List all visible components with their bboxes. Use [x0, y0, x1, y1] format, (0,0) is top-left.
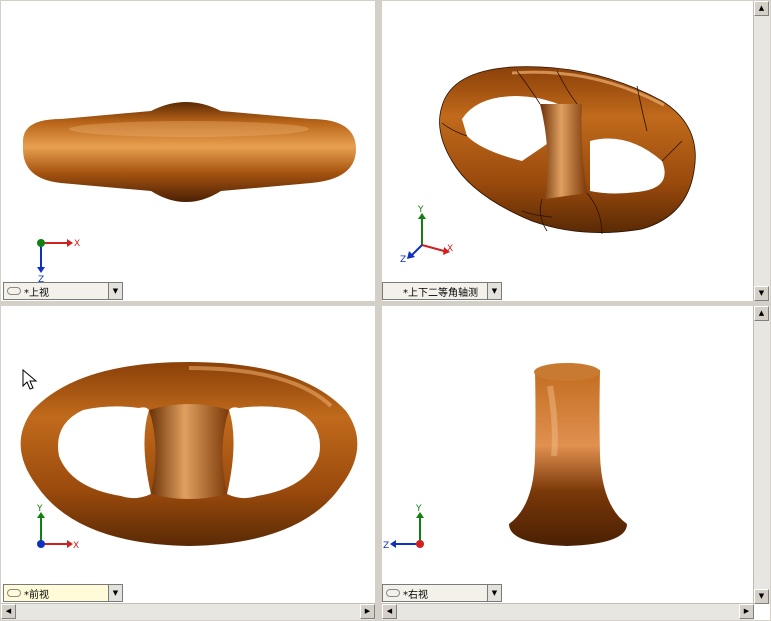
axis-x-label: X: [74, 239, 80, 249]
axis-z-line: [411, 244, 423, 256]
axis-x-label: X: [447, 244, 453, 254]
mouse-cursor-icon: [22, 369, 38, 390]
view-link-icon: [7, 287, 21, 295]
vertical-scrollbar-right[interactable]: ▲ ▼: [753, 1, 770, 301]
axis-x-line: [421, 244, 445, 252]
view-selector-dimetric[interactable]: *上下二等角轴测 ▼: [382, 282, 502, 300]
view-selector-label: *上下二等角轴测: [403, 287, 478, 299]
vertical-scrollbar-bottom-right[interactable]: ▲ ▼: [753, 306, 770, 604]
view-link-icon: [386, 589, 400, 597]
view-selector-label: *右视: [403, 589, 428, 601]
axis-origin: [416, 540, 424, 548]
scroll-down-arrow-icon[interactable]: ▼: [754, 589, 769, 604]
view-selector-front[interactable]: *前视 ▼: [3, 584, 123, 602]
axis-y-label: Y: [415, 504, 422, 514]
view-link-icon: [7, 589, 21, 597]
axis-triad-right: Y Z: [383, 504, 424, 551]
viewport-splitter-vertical[interactable]: [375, 0, 382, 621]
scroll-right-arrow-icon[interactable]: ▶: [739, 604, 754, 619]
axis-y-label: Y: [417, 205, 424, 215]
axis-triad-top: X Z: [37, 239, 80, 285]
view-selector-top[interactable]: *上视 ▼: [3, 282, 123, 300]
scroll-down-arrow-icon[interactable]: ▼: [754, 286, 769, 301]
scroll-up-arrow-icon[interactable]: ▲: [754, 306, 769, 321]
dropdown-arrow-icon[interactable]: ▼: [487, 283, 501, 299]
axis-z-label: Z: [400, 255, 406, 265]
scroll-left-arrow-icon[interactable]: ◀: [1, 604, 16, 619]
axis-x-arrow-icon: [67, 239, 73, 247]
axis-origin: [37, 239, 45, 247]
axis-y-label: Y: [36, 504, 43, 514]
horizontal-scrollbar-bottom-right[interactable]: ◀ ▶: [382, 603, 754, 620]
axis-triad-dimetric: Y X Z: [400, 205, 453, 265]
view-selector-label: *前视: [24, 589, 49, 601]
viewport-dimetric-view[interactable]: Y X Z *上下二等角轴测 ▼ ▲ ▼: [382, 1, 770, 301]
axis-z-arrow-icon: [390, 540, 396, 548]
axis-z-label: Z: [383, 541, 389, 551]
scroll-right-arrow-icon[interactable]: ▶: [360, 604, 375, 619]
view-selector-label: *上视: [24, 287, 49, 299]
dropdown-arrow-icon[interactable]: ▼: [487, 585, 501, 601]
dropdown-arrow-icon[interactable]: ▼: [108, 283, 122, 299]
viewport-front-view[interactable]: Y X *前视 ▼ ◀ ▶: [1, 306, 375, 620]
viewport-splitter-horizontal[interactable]: [0, 301, 771, 306]
scroll-left-arrow-icon[interactable]: ◀: [382, 604, 397, 619]
axis-origin: [37, 540, 45, 548]
viewport-right-view[interactable]: Y Z *右视 ▼ ▲ ▼ ◀ ▶: [382, 306, 770, 620]
axis-x-label: X: [73, 541, 79, 551]
dropdown-arrow-icon[interactable]: ▼: [108, 585, 122, 601]
horizontal-scrollbar-bottom-left[interactable]: ◀ ▶: [1, 603, 375, 620]
axis-z-arrow-icon: [37, 267, 45, 273]
axis-triad-front: Y X: [36, 504, 79, 551]
scroll-up-arrow-icon[interactable]: ▲: [754, 1, 769, 16]
view-selector-right[interactable]: *右视 ▼: [382, 584, 502, 602]
viewport-top-view[interactable]: X Z *上视 ▼: [1, 1, 375, 301]
